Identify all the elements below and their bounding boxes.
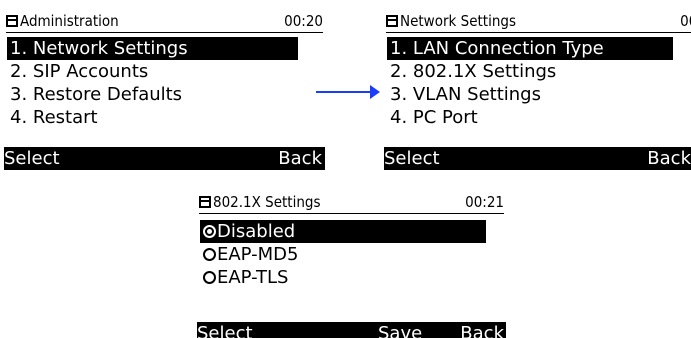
menu-item-pc-port[interactable]: 4. PC Port <box>387 106 478 129</box>
select-softkey[interactable]: Select <box>384 147 440 170</box>
option-label: EAP-MD5 <box>217 244 299 265</box>
screen-title-wrap: Administration <box>6 10 119 32</box>
option-eap-tls[interactable]: EAP-TLS <box>200 266 288 289</box>
network-settings-screen: Network Settings 00:20 1. LAN Connection… <box>384 10 691 170</box>
menu-item-restart[interactable]: 4. Restart <box>7 106 98 129</box>
select-softkey[interactable]: Select <box>4 147 60 170</box>
screen-title: 802.1X Settings <box>213 193 321 211</box>
option-eap-md5[interactable]: EAP-MD5 <box>200 243 298 266</box>
radio-icon <box>203 248 216 261</box>
select-softkey[interactable]: Select <box>197 322 253 338</box>
menu-item-sip-accounts[interactable]: 2. SIP Accounts <box>7 60 148 83</box>
option-disabled[interactable]: Disabled <box>200 220 486 243</box>
softkey-bar: Select Back <box>4 147 325 170</box>
option-label: EAP-TLS <box>217 267 289 288</box>
menu-item-lan-connection-type[interactable]: 1. LAN Connection Type <box>387 37 673 60</box>
softkey-bar: Select Save Back <box>197 322 506 338</box>
back-softkey[interactable]: Back <box>647 147 691 170</box>
clock: 00:21 <box>465 193 504 211</box>
screen-title-wrap: Network Settings <box>386 10 516 32</box>
flow-arrow <box>316 85 380 99</box>
option-label: Disabled <box>217 221 296 242</box>
radio-selected-icon <box>203 225 216 238</box>
administration-screen: Administration 00:20 1. Network Settings… <box>4 10 325 170</box>
save-softkey[interactable]: Save <box>378 322 422 338</box>
radio-icon <box>203 271 216 284</box>
8021x-settings-screen: 802.1X Settings 00:21 Disabled EAP-MD5 E… <box>197 191 506 338</box>
folder-icon <box>6 15 18 27</box>
menu-item-network-settings[interactable]: 1. Network Settings <box>7 37 298 60</box>
screen-title-wrap: 802.1X Settings <box>199 191 321 213</box>
menu-item-restore-defaults[interactable]: 3. Restore Defaults <box>7 83 182 106</box>
back-softkey[interactable]: Back <box>460 322 504 338</box>
clock: 00:20 <box>284 12 323 30</box>
clock: 00:20 <box>680 12 691 30</box>
screen-title: Administration <box>20 12 119 30</box>
menu-item-8021x-settings[interactable]: 2. 802.1X Settings <box>387 60 556 83</box>
menu-item-vlan-settings[interactable]: 3. VLAN Settings <box>387 83 541 106</box>
title-bar: 802.1X Settings 00:21 <box>199 191 504 214</box>
folder-icon <box>199 196 211 208</box>
softkey-bar: Select Back <box>384 147 691 170</box>
screen-title: Network Settings <box>400 12 516 30</box>
folder-icon <box>386 15 398 27</box>
title-bar: Administration 00:20 <box>6 10 323 33</box>
title-bar: Network Settings 00:20 <box>386 10 691 33</box>
back-softkey[interactable]: Back <box>278 147 322 170</box>
